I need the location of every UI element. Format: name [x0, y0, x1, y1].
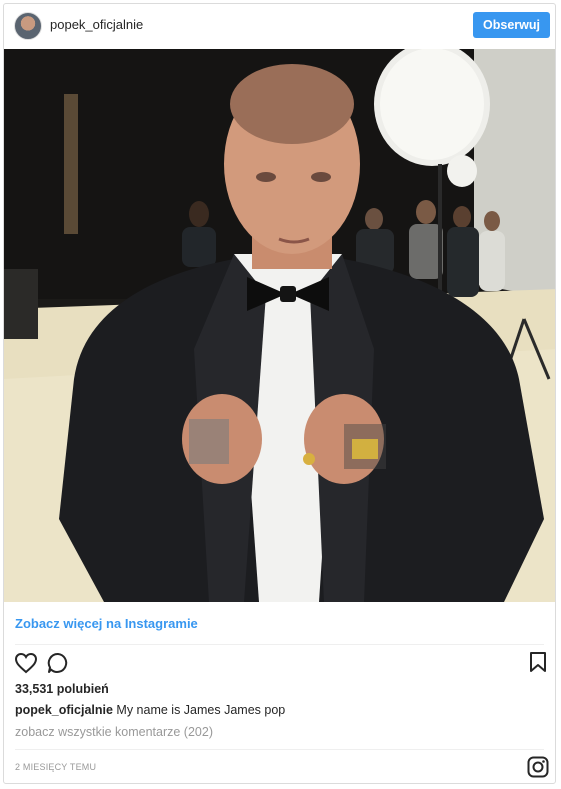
post-photo[interactable]	[4, 49, 555, 602]
username[interactable]: popek_oficjalnie	[50, 17, 143, 32]
post-timestamp: 2 MIESIĘCY TEMU	[15, 762, 97, 772]
likes-count[interactable]: 33,531 polubień	[15, 682, 109, 696]
instagram-embed-card: popek_oficjalnie Obserwuj Zobacz więcej …	[3, 3, 556, 784]
caption: popek_oficjalnie My name is James James …	[15, 703, 285, 717]
instagram-icon[interactable]	[527, 756, 549, 783]
bookmark-icon[interactable]	[529, 651, 547, 678]
divider	[15, 749, 544, 750]
see-more-on-instagram-link[interactable]: Zobacz więcej na Instagramie	[15, 616, 198, 631]
avatar[interactable]	[14, 12, 42, 40]
caption-text: My name is James James pop	[112, 703, 286, 717]
comment-icon[interactable]	[46, 651, 70, 680]
view-all-comments-link[interactable]: zobacz wszystkie komentarze (202)	[15, 725, 213, 739]
heart-icon[interactable]	[14, 652, 38, 679]
caption-username[interactable]: popek_oficjalnie	[15, 703, 113, 717]
follow-button[interactable]: Obserwuj	[473, 12, 550, 38]
divider	[15, 644, 544, 645]
photo-illustration	[4, 49, 555, 602]
post-header: popek_oficjalnie Obserwuj	[4, 4, 555, 49]
